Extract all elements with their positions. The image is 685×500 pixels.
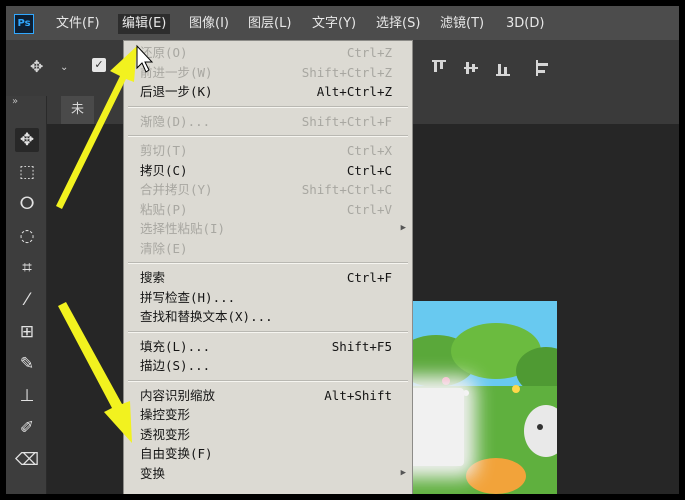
annotation-arrow-up <box>56 46 137 209</box>
cursor-icon <box>136 44 154 73</box>
annotation-arrows <box>56 44 154 443</box>
annotation-arrow-down <box>58 302 132 443</box>
photoshop-window: Ps 文件(F) 编辑(E) 图像(I) 图层(L) 文字(Y) 选择(S) 滤… <box>6 6 679 494</box>
